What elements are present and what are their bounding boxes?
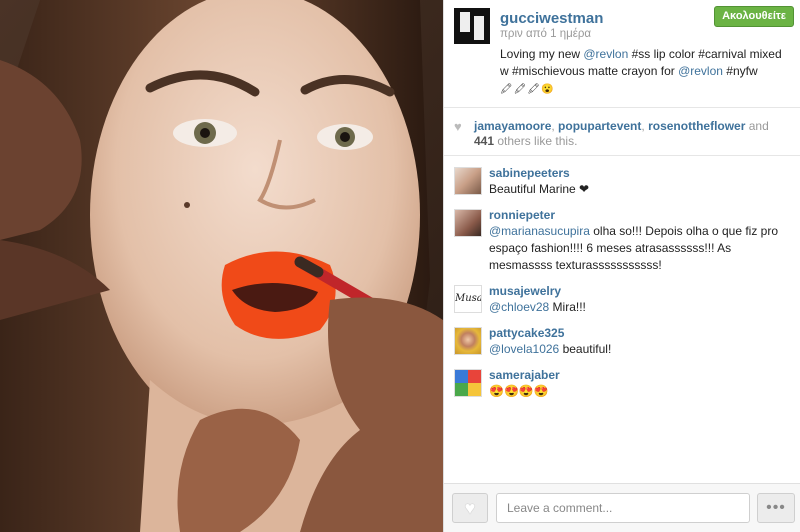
comment-item: ronniepeter @marianasucupira olha so!!! … bbox=[444, 208, 800, 274]
caption-text: Loving my new bbox=[500, 47, 584, 61]
comment-avatar[interactable] bbox=[454, 209, 482, 237]
post-timestamp: πριν από 1 ημέρα bbox=[500, 28, 592, 40]
comment-footer: ♥ ••• bbox=[444, 483, 800, 532]
likes-summary: ♥ jamayamoore, popupartevent, rosenotthef… bbox=[444, 108, 800, 156]
comment-body: beautiful! bbox=[559, 342, 612, 356]
comment-body: Beautiful Marine ❤ bbox=[489, 182, 590, 196]
comment-mention[interactable]: @chloev28 bbox=[489, 300, 549, 314]
comment-avatar[interactable]: Musa bbox=[454, 285, 482, 313]
comment-item: pattycake325 @lovela1026 beautiful! bbox=[444, 326, 800, 358]
liker-username[interactable]: popupartevent bbox=[558, 119, 641, 133]
caption-emoji: 🖍🖍🖍😮 bbox=[500, 84, 555, 95]
musa-logo: Musa bbox=[455, 293, 482, 304]
caption-mention[interactable]: @revlon bbox=[583, 47, 628, 61]
comments-list: sabinepeeters Beautiful Marine ❤ ronniep… bbox=[444, 157, 800, 483]
comment-body: Mira!!! bbox=[549, 300, 586, 314]
comment-text: @chloev28 Mira!!! bbox=[489, 299, 800, 316]
comment-input[interactable] bbox=[496, 493, 750, 523]
follow-button[interactable]: Ακολουθείτε bbox=[714, 6, 794, 27]
owner-username[interactable]: gucciwestman bbox=[500, 10, 603, 27]
comment-username[interactable]: samerajaber bbox=[489, 368, 800, 382]
post-photo bbox=[0, 0, 443, 532]
comment-username[interactable]: musajewelry bbox=[489, 284, 800, 298]
comment-username[interactable]: sabinepeeters bbox=[489, 166, 800, 180]
liker-username[interactable]: rosenottheflower bbox=[648, 119, 745, 133]
comment-item: Musa musajewelry @chloev28 Mira!!! bbox=[444, 284, 800, 316]
owner-avatar[interactable] bbox=[454, 8, 490, 44]
heart-icon: ♥ bbox=[464, 498, 476, 518]
comment-item: sabinepeeters Beautiful Marine ❤ bbox=[444, 166, 800, 198]
liker-username[interactable]: jamayamoore bbox=[474, 119, 551, 133]
comment-mention[interactable]: @lovela1026 bbox=[489, 342, 559, 356]
comment-text: @marianasucupira olha so!!! Depois olha … bbox=[489, 223, 800, 274]
likes-count[interactable]: 441 bbox=[474, 134, 494, 148]
caption-text: #nyfw bbox=[722, 64, 758, 78]
comment-body: 😍😍😍😍 bbox=[489, 384, 549, 398]
post-header: gucciwestman πριν από 1 ημέρα Ακολουθείτ… bbox=[444, 0, 800, 108]
comment-username[interactable]: pattycake325 bbox=[489, 326, 800, 340]
comment-text: 😍😍😍😍 bbox=[489, 383, 800, 400]
post-caption: Loving my new @revlon #ss lip color #car… bbox=[500, 46, 792, 98]
comment-avatar[interactable] bbox=[454, 327, 482, 355]
comment-avatar[interactable] bbox=[454, 167, 482, 195]
comment-username[interactable]: ronniepeter bbox=[489, 208, 800, 222]
comment-text: Beautiful Marine ❤ bbox=[489, 181, 800, 198]
post-side-panel: gucciwestman πριν από 1 ημέρα Ακολουθείτ… bbox=[443, 0, 800, 532]
more-options-button[interactable]: ••• bbox=[757, 493, 795, 523]
likes-and: and bbox=[745, 119, 769, 133]
likes-others-text: others like this. bbox=[494, 134, 578, 148]
like-button[interactable]: ♥ bbox=[452, 493, 488, 523]
caption-mention[interactable]: @revlon bbox=[678, 64, 723, 78]
comment-mention[interactable]: @marianasucupira bbox=[489, 224, 590, 238]
comment-avatar[interactable] bbox=[454, 369, 482, 397]
comment-item: samerajaber 😍😍😍😍 bbox=[444, 368, 800, 400]
comment-text: @lovela1026 beautiful! bbox=[489, 341, 800, 358]
heart-icon: ♥ bbox=[454, 119, 462, 134]
